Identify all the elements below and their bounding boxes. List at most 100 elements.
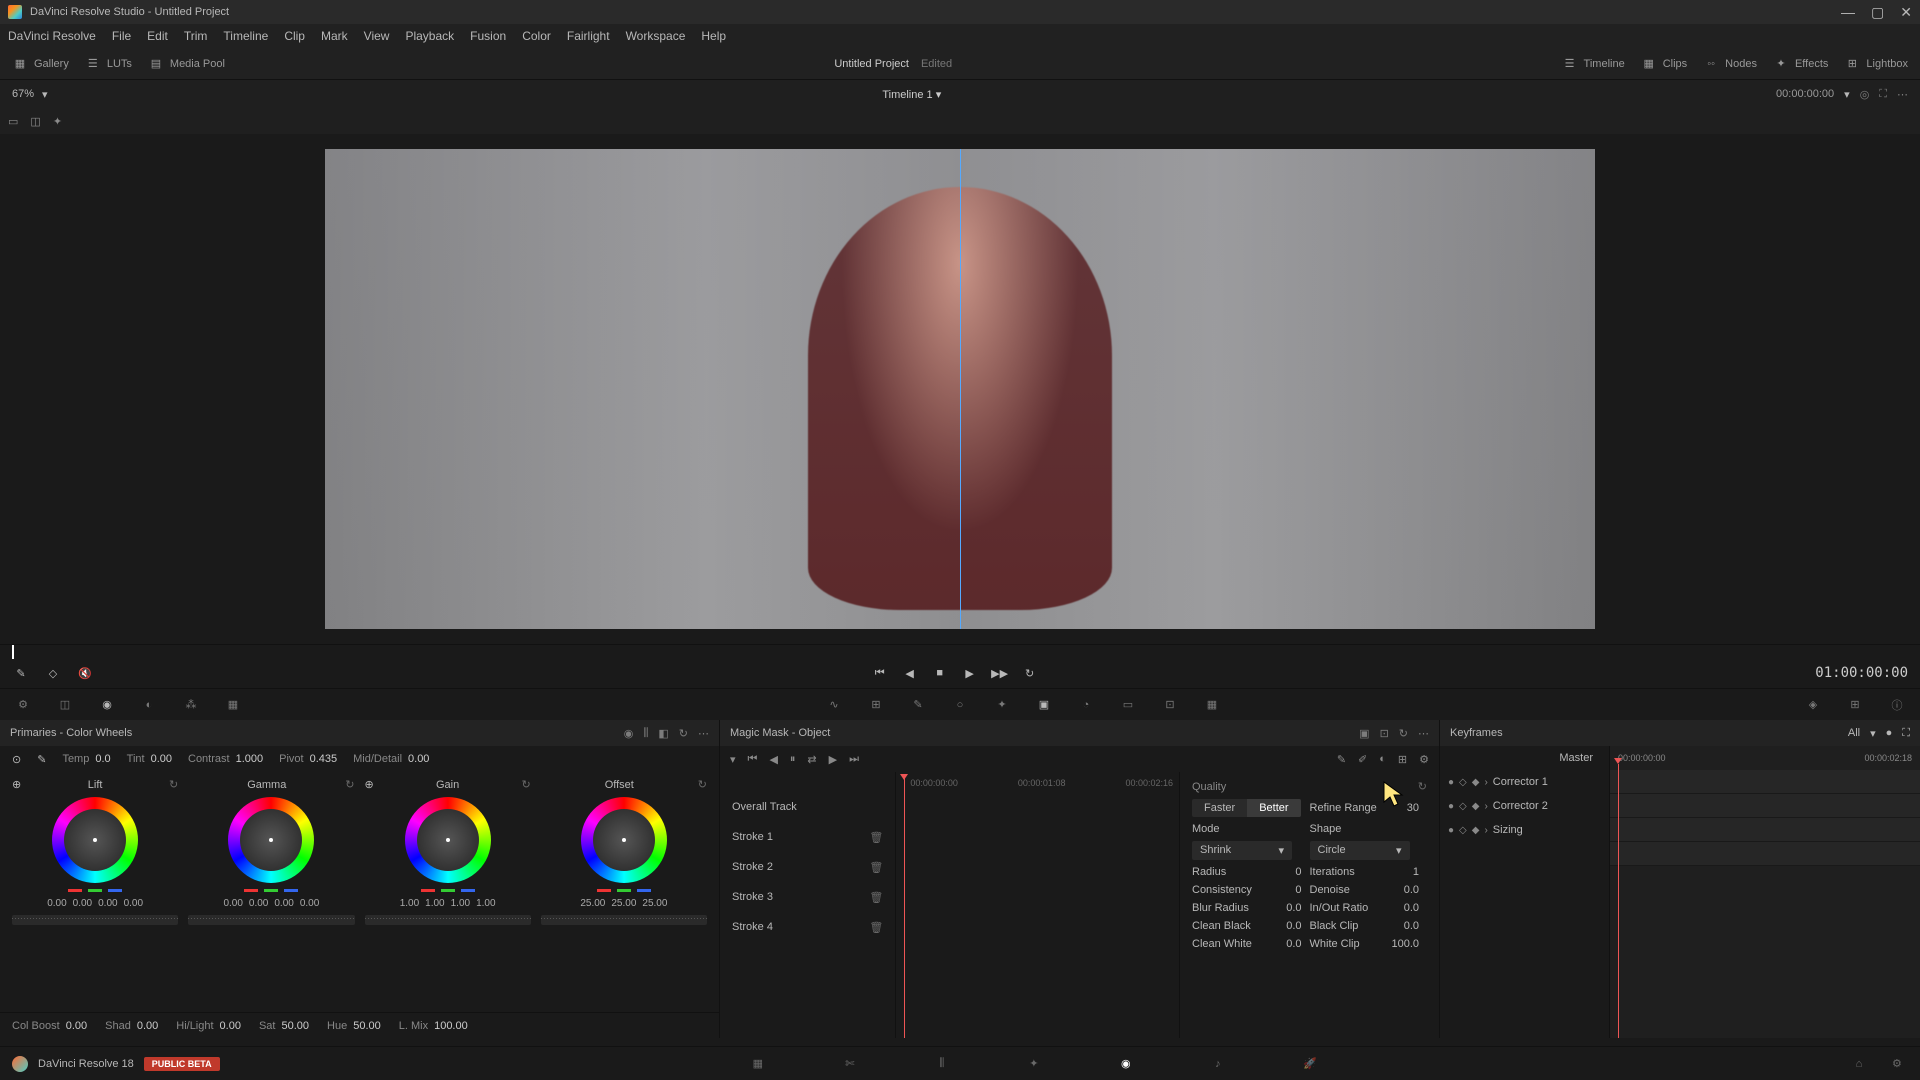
- stroke-item[interactable]: Stroke 4🗑: [720, 912, 895, 942]
- timeline-button[interactable]: ☰Timeline: [1562, 56, 1625, 72]
- menu-workspace[interactable]: Workspace: [626, 29, 686, 43]
- mediapool-button[interactable]: ▤Media Pool: [148, 56, 225, 72]
- gamma-values[interactable]: 0.000.000.000.00: [223, 898, 319, 909]
- gain-color-wheel[interactable]: [405, 797, 491, 883]
- menu-file[interactable]: File: [112, 29, 131, 43]
- zoom-level-dropdown[interactable]: 67%▾: [12, 88, 48, 101]
- warper-icon[interactable]: ⊞: [865, 694, 887, 716]
- colboost-value[interactable]: 0.00: [66, 1020, 87, 1032]
- menu-mark[interactable]: Mark: [321, 29, 348, 43]
- track-forward-one-icon[interactable]: ⏭: [849, 753, 859, 766]
- first-frame-button[interactable]: ⏮: [871, 664, 889, 682]
- consist-value[interactable]: 0: [1295, 884, 1301, 896]
- quality-reset-icon[interactable]: ↻: [1418, 780, 1427, 793]
- offset-color-wheel[interactable]: [581, 797, 667, 883]
- track-key-icon[interactable]: ◆: [1472, 825, 1480, 836]
- offset-values[interactable]: 25.0025.0025.00: [580, 898, 667, 909]
- track-shuttle-icon[interactable]: ⇄: [807, 753, 816, 766]
- menu-clip[interactable]: Clip: [284, 29, 305, 43]
- delete-icon[interactable]: 🗑: [869, 831, 883, 844]
- picker-icon[interactable]: ✎: [12, 664, 30, 682]
- cblack-value[interactable]: 0.0: [1286, 920, 1301, 932]
- gain-master-bar[interactable]: [365, 915, 531, 925]
- next-frame-button[interactable]: ▶▶: [991, 664, 1009, 682]
- minimize-button[interactable]: —: [1841, 4, 1855, 21]
- sizing-icon[interactable]: ⊡: [1159, 694, 1181, 716]
- master-track[interactable]: Master: [1440, 746, 1609, 770]
- picker-icon[interactable]: ✎: [37, 753, 46, 766]
- split-icon[interactable]: ◫: [30, 115, 40, 128]
- keyframes-dot-icon[interactable]: ●: [1886, 727, 1893, 739]
- fx-icon[interactable]: ▦: [1201, 694, 1223, 716]
- windows-icon[interactable]: ○: [949, 694, 971, 716]
- lightbox-button[interactable]: ⊞Lightbox: [1844, 56, 1908, 72]
- mid-value[interactable]: 0.00: [408, 753, 429, 765]
- quality-better-button[interactable]: Better: [1247, 799, 1300, 817]
- context-icon[interactable]: ◇: [44, 664, 62, 682]
- gamma-master-bar[interactable]: [188, 915, 354, 925]
- cwhite-value[interactable]: 0.0: [1286, 938, 1301, 950]
- delete-icon[interactable]: 🗑: [869, 861, 883, 874]
- mask-overlay-icon[interactable]: ◐: [1379, 753, 1386, 765]
- wheels-mode-icon[interactable]: ◉: [624, 727, 634, 740]
- track-lock-icon[interactable]: ◇: [1459, 777, 1467, 788]
- gallery-button[interactable]: ▦Gallery: [12, 56, 69, 72]
- eraser-icon[interactable]: ✐: [1358, 753, 1367, 766]
- object-mode-icon[interactable]: ▣: [1359, 727, 1369, 740]
- color-wheels-icon[interactable]: ◉: [96, 694, 118, 716]
- stroke-tool-icon[interactable]: ✎: [1337, 753, 1346, 766]
- nodes-button[interactable]: ◦◦Nodes: [1703, 56, 1757, 72]
- curves-icon[interactable]: ∿: [823, 694, 845, 716]
- offset-master-bar[interactable]: [541, 915, 707, 925]
- track-expand-icon[interactable]: ›: [1484, 801, 1487, 812]
- expand-icon[interactable]: ⛶: [1879, 88, 1887, 101]
- black-picker-icon[interactable]: ⊕: [12, 778, 21, 791]
- lift-color-wheel[interactable]: [52, 797, 138, 883]
- playhead[interactable]: [12, 645, 14, 659]
- cut-page-icon[interactable]: ✄: [839, 1053, 861, 1075]
- track-key-icon[interactable]: ◆: [1472, 801, 1480, 812]
- keyframes-filter[interactable]: All: [1848, 727, 1860, 739]
- track-reverse-one-icon[interactable]: ⏮: [748, 753, 758, 766]
- track-dot-icon[interactable]: ●: [1448, 777, 1454, 788]
- more-icon[interactable]: ⋯: [698, 727, 709, 740]
- white-picker-icon[interactable]: ⊕: [365, 778, 374, 791]
- scopes-icon[interactable]: ⊞: [1844, 694, 1866, 716]
- color-match-icon[interactable]: ◫: [54, 694, 76, 716]
- shad-value[interactable]: 0.00: [137, 1020, 158, 1032]
- stroke-playhead[interactable]: [904, 776, 905, 1038]
- menu-playback[interactable]: Playback: [405, 29, 454, 43]
- key-icon[interactable]: ▭: [1117, 694, 1139, 716]
- stroke-timeline[interactable]: 00:00:00:0000:00:01:0800:00:02:16: [896, 772, 1179, 1038]
- prev-frame-button[interactable]: ◀: [901, 664, 919, 682]
- menu-fairlight[interactable]: Fairlight: [567, 29, 610, 43]
- menu-edit[interactable]: Edit: [147, 29, 168, 43]
- gain-reset-icon[interactable]: ↻: [522, 778, 531, 791]
- stop-button[interactable]: ■: [931, 664, 949, 682]
- clips-button[interactable]: ▦Clips: [1641, 56, 1687, 72]
- wipe-divider[interactable]: [960, 149, 961, 629]
- close-button[interactable]: ✕: [1900, 4, 1912, 21]
- menu-davinci[interactable]: DaVinci Resolve: [8, 29, 96, 43]
- loop-button[interactable]: ↻: [1021, 664, 1039, 682]
- media-page-icon[interactable]: ▦: [747, 1053, 769, 1075]
- keyframes-toggle-icon[interactable]: ◈: [1802, 694, 1824, 716]
- delete-icon[interactable]: 🗑: [869, 891, 883, 904]
- temp-value[interactable]: 0.0: [95, 753, 110, 765]
- keyframes-expand-icon[interactable]: ⛶: [1902, 727, 1910, 740]
- track-dot-icon[interactable]: ●: [1448, 801, 1454, 812]
- menu-fusion[interactable]: Fusion: [470, 29, 506, 43]
- overall-track[interactable]: Overall Track: [720, 792, 895, 822]
- tracker-icon[interactable]: ✦: [991, 694, 1013, 716]
- fairlight-page-icon[interactable]: ♪: [1207, 1053, 1229, 1075]
- lmix-value[interactable]: 100.00: [434, 1020, 468, 1032]
- track-options-icon[interactable]: ▾: [730, 753, 736, 766]
- gamma-reset-icon[interactable]: ↻: [345, 778, 354, 791]
- track-forward-icon[interactable]: ▶: [829, 753, 837, 766]
- bypass-icon[interactable]: ◎: [1860, 88, 1870, 101]
- motion-effects-icon[interactable]: ▦: [222, 694, 244, 716]
- track-reverse-icon[interactable]: ◀: [769, 753, 777, 766]
- deliver-page-icon[interactable]: 🚀: [1299, 1053, 1321, 1075]
- fusion-page-icon[interactable]: ✦: [1023, 1053, 1045, 1075]
- keyframe-playhead[interactable]: [1618, 764, 1619, 1038]
